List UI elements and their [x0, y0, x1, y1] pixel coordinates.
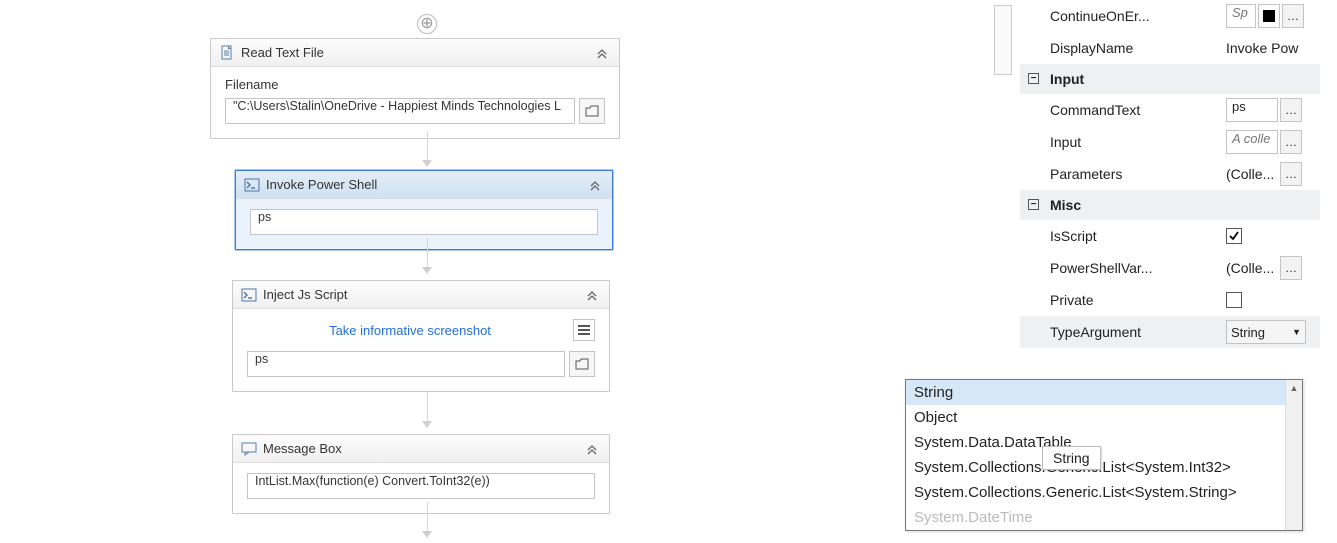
collapse-button[interactable]: [583, 286, 601, 304]
prop-value-text: (Colle...: [1226, 260, 1278, 276]
browse-button[interactable]: [579, 98, 605, 124]
prop-input: Input A colle …: [1020, 126, 1320, 158]
type-argument-combo[interactable]: String ▼: [1226, 320, 1306, 344]
collapse-toggle-icon[interactable]: −: [1028, 199, 1039, 210]
collapse-toggle-icon[interactable]: −: [1028, 73, 1039, 84]
dropdown-option[interactable]: System.Collections.Generic.List<System.S…: [906, 480, 1302, 505]
browse-button[interactable]: [569, 351, 595, 377]
dropdown-option[interactable]: System.Collections.Generic.List<System.I…: [906, 455, 1302, 480]
collapse-button[interactable]: [583, 440, 601, 458]
activity-header[interactable]: Message Box: [233, 435, 609, 463]
activity-invoke-powershell[interactable]: Invoke Power Shell ps: [235, 170, 613, 250]
dropdown-option[interactable]: String: [906, 380, 1302, 405]
activity-title: Inject Js Script: [263, 287, 583, 302]
activity-title: Invoke Power Shell: [266, 177, 586, 192]
collapse-button[interactable]: [593, 44, 611, 62]
prop-value-text: (Colle...: [1226, 166, 1278, 182]
chevron-down-icon: ▼: [1292, 327, 1301, 337]
menu-button[interactable]: [573, 319, 595, 341]
prop-value-input[interactable]: Sp: [1226, 4, 1256, 28]
prop-parameters: Parameters (Colle... …: [1020, 158, 1320, 190]
category-input[interactable]: − Input: [1020, 64, 1320, 94]
dropdown-option[interactable]: System.Data.DataTable: [906, 430, 1302, 455]
prop-continue-on-error: ContinueOnEr... Sp …: [1020, 0, 1320, 32]
activity-message-box[interactable]: Message Box IntList.Max(function(e) Conv…: [232, 434, 610, 514]
checkbox[interactable]: [1226, 228, 1242, 244]
prop-command-text: CommandText ps …: [1020, 94, 1320, 126]
file-icon: [219, 45, 235, 61]
command-input[interactable]: ps: [250, 209, 598, 235]
category-misc[interactable]: − Misc: [1020, 190, 1320, 220]
script-input[interactable]: ps: [247, 351, 565, 377]
message-icon: [241, 441, 257, 457]
prop-is-script: IsScript: [1020, 220, 1320, 252]
checkbox[interactable]: [1226, 292, 1242, 308]
activity-header[interactable]: Inject Js Script: [233, 281, 609, 309]
ellipsis-button[interactable]: …: [1282, 4, 1304, 28]
add-activity-button[interactable]: ⊕: [417, 14, 437, 34]
activity-title: Read Text File: [241, 45, 593, 60]
color-swatch[interactable]: [1258, 4, 1280, 28]
prop-display-name: DisplayName Invoke Pow: [1020, 32, 1320, 64]
dropdown-scrollbar[interactable]: ▲: [1285, 380, 1302, 530]
dropdown-option[interactable]: System.DateTime: [906, 505, 1302, 530]
prop-value-text[interactable]: Invoke Pow: [1226, 40, 1298, 56]
prop-value-input[interactable]: A colle: [1226, 130, 1278, 154]
activity-title: Message Box: [263, 441, 583, 456]
terminal-icon: [244, 177, 260, 193]
ellipsis-button[interactable]: …: [1280, 130, 1302, 154]
ellipsis-button[interactable]: …: [1280, 98, 1302, 122]
screenshot-link[interactable]: Take informative screenshot: [247, 323, 573, 338]
prop-value-input[interactable]: ps: [1226, 98, 1278, 122]
ellipsis-button[interactable]: …: [1280, 256, 1302, 280]
filename-label: Filename: [225, 77, 605, 92]
scrollbar-thumb[interactable]: [994, 5, 1012, 75]
tooltip: String: [1042, 446, 1101, 470]
activity-header[interactable]: Invoke Power Shell: [236, 171, 612, 199]
prop-private: Private: [1020, 284, 1320, 316]
activity-read-text-file[interactable]: Read Text File Filename "C:\Users\Stalin…: [210, 38, 620, 139]
dropdown-option[interactable]: Object: [906, 405, 1302, 430]
message-input[interactable]: IntList.Max(function(e) Convert.ToInt32(…: [247, 473, 595, 499]
collapse-button[interactable]: [586, 176, 604, 194]
ellipsis-button[interactable]: …: [1280, 162, 1302, 186]
terminal-icon: [241, 287, 257, 303]
prop-type-argument: TypeArgument String ▼: [1020, 316, 1320, 348]
activity-inject-js[interactable]: Inject Js Script Take informative screen…: [232, 280, 610, 392]
prop-powershell-var: PowerShellVar... (Colle... …: [1020, 252, 1320, 284]
workflow-canvas[interactable]: ⊕ Read Text File Filename "C:\Users\Stal…: [0, 0, 990, 543]
properties-panel: ContinueOnEr... Sp … DisplayName Invoke …: [1020, 0, 1320, 348]
activity-header[interactable]: Read Text File: [211, 39, 619, 67]
filename-input[interactable]: "C:\Users\Stalin\OneDrive - Happiest Min…: [225, 98, 575, 124]
type-argument-dropdown[interactable]: String Object System.Data.DataTable Syst…: [905, 379, 1303, 531]
